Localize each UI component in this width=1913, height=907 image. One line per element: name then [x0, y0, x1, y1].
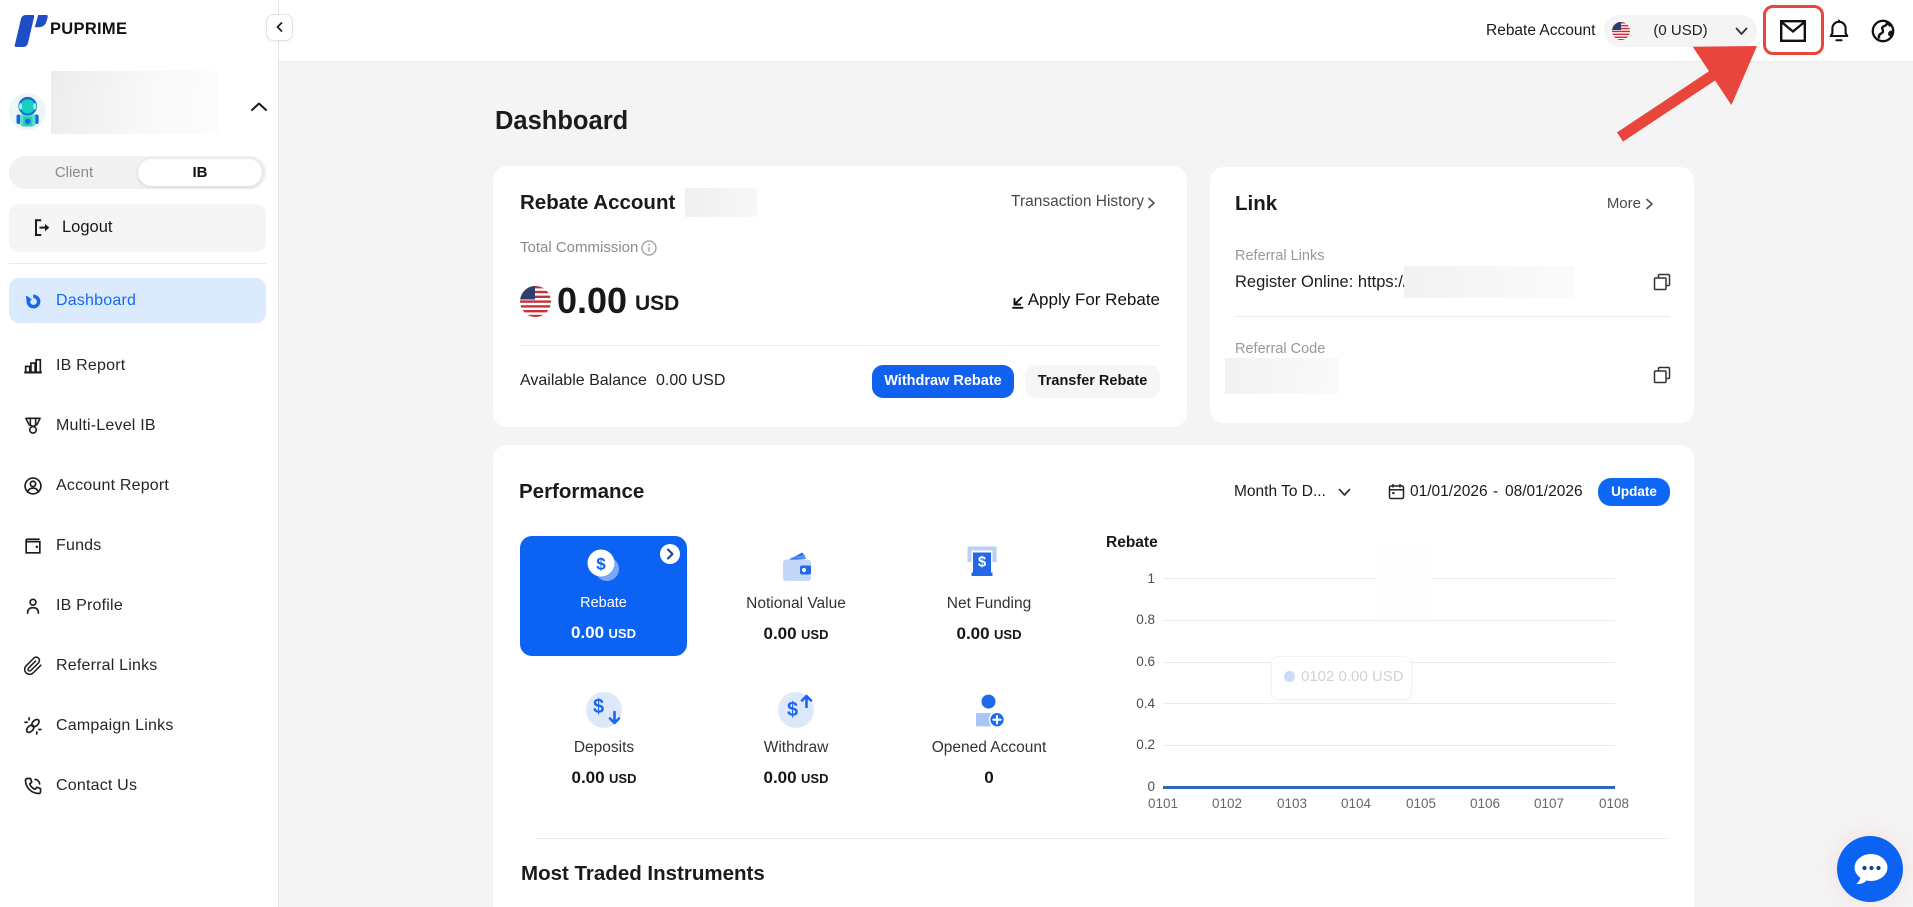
svg-text:$: $: [596, 555, 606, 574]
svg-text:$: $: [978, 554, 987, 571]
